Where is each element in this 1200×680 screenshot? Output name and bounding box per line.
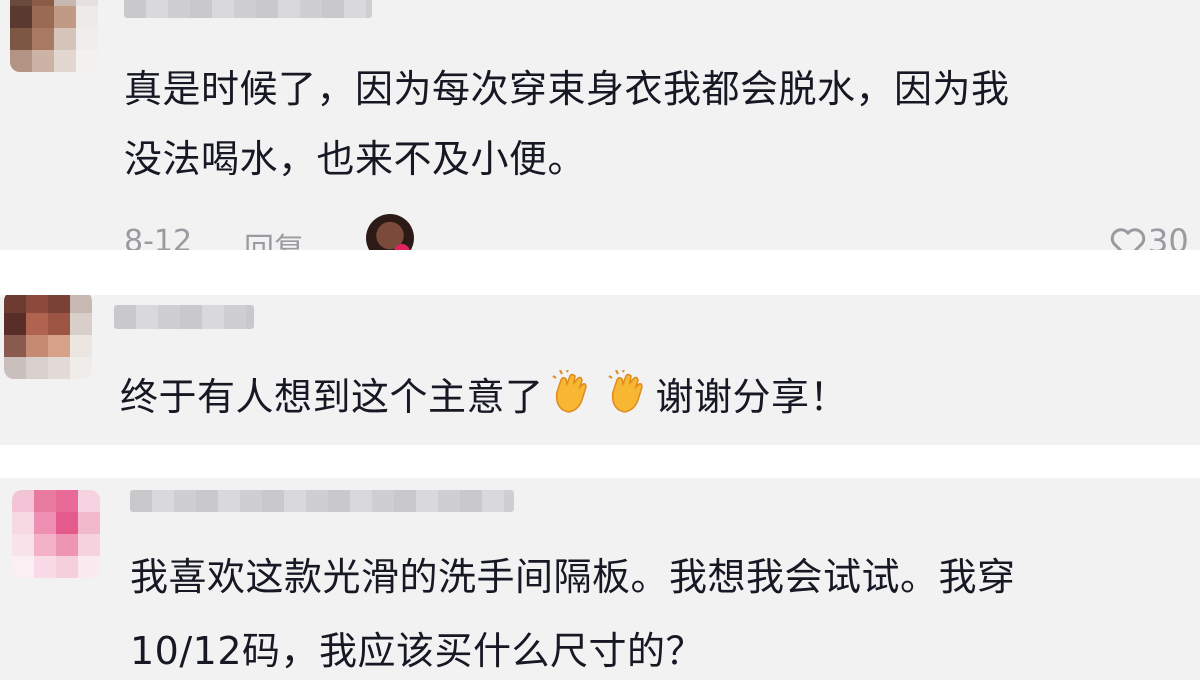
- comment-card-3: 我喜欢这款光滑的洗手间隔板。我想我会试试。我穿 10/12码，我应该买什么尺寸的…: [0, 478, 1200, 680]
- comment-text-line-1: 真是时候了，因为每次穿束身衣我都会脱水，因为我: [124, 67, 1010, 111]
- username-blurred[interactable]: [124, 0, 372, 18]
- author-liked-avatar: [366, 214, 414, 250]
- comment-text-line-1: 我喜欢这款光滑的洗手间隔板。我想我会试试。我穿: [130, 555, 1016, 599]
- heart-icon: [1110, 228, 1146, 250]
- like-button[interactable]: 30: [1108, 222, 1189, 250]
- reply-button[interactable]: 回复: [244, 224, 304, 250]
- comment-card-1: 真是时候了，因为每次穿束身衣我都会脱水，因为我 没法喝水，也来不及小便。 8-1…: [0, 0, 1200, 250]
- comment-text: 终于有人想到这个主意了 谢谢分享！: [120, 368, 849, 429]
- avatar[interactable]: [4, 295, 92, 379]
- clapping-hands-icon: [606, 368, 650, 429]
- comment-text-line-2: 没法喝水，也来不及小便。: [124, 137, 587, 181]
- avatar[interactable]: [12, 490, 100, 578]
- comment-text-before: 终于有人想到这个主意了: [120, 375, 544, 419]
- username-blurred[interactable]: [130, 490, 514, 512]
- avatar[interactable]: [10, 0, 98, 72]
- clapping-hands-icon: [550, 368, 594, 429]
- comment-text-after: 谢谢分享！: [655, 375, 849, 419]
- like-count: 30: [1148, 222, 1189, 250]
- comment-date: 8-12: [124, 224, 193, 250]
- comment-text-line-2: 10/12码，我应该买什么尺寸的？: [130, 629, 705, 673]
- username-blurred[interactable]: [114, 305, 254, 329]
- comment-card-2: 终于有人想到这个主意了 谢谢分享！: [0, 295, 1200, 445]
